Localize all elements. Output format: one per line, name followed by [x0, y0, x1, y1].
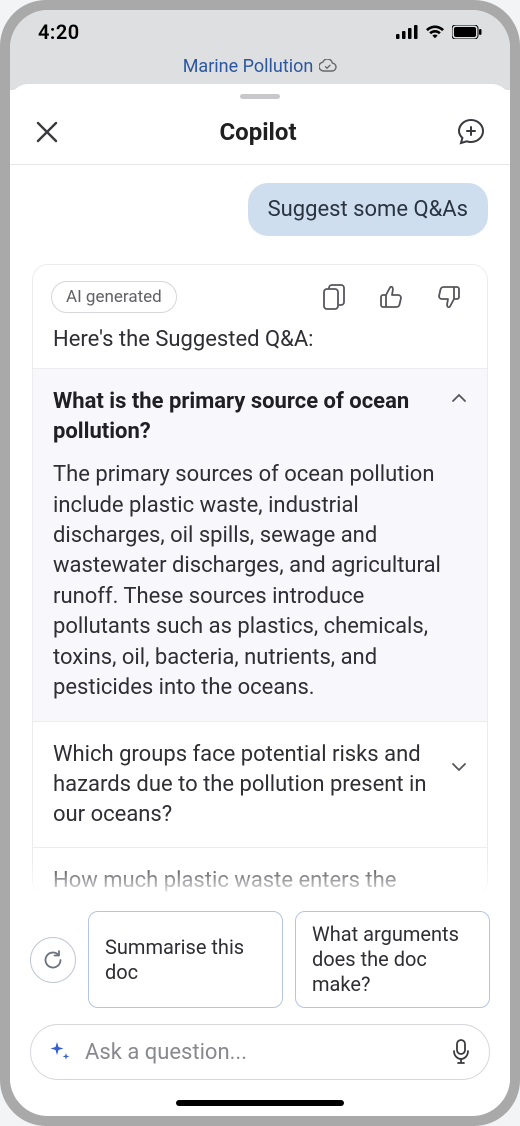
status-time: 4:20	[38, 20, 80, 44]
card-intro: Here's the Suggested Q&A:	[33, 323, 487, 368]
status-bar: 4:20	[10, 10, 510, 55]
thumbs-down-icon	[437, 285, 461, 309]
card-header: AI generated	[33, 265, 487, 323]
status-icons	[396, 25, 482, 39]
sheet-header: Copilot	[10, 99, 510, 165]
card-actions	[323, 284, 469, 310]
qa-item-collapsed[interactable]: How much plastic waste enters the	[33, 847, 487, 896]
user-message: Suggest some Q&As	[248, 183, 488, 236]
ai-response-card: AI generated	[32, 264, 488, 897]
chat-area: Suggest some Q&As AI generated	[10, 165, 510, 897]
qa-item-collapsed[interactable]: Which groups face potential risks and ha…	[33, 721, 487, 847]
home-indicator[interactable]	[176, 1100, 344, 1106]
bottom-bar: Summarise this doc What arguments does t…	[10, 897, 510, 1100]
chevron-up-icon	[451, 393, 467, 403]
close-button[interactable]	[34, 119, 60, 145]
refresh-suggestions-button[interactable]	[30, 937, 76, 983]
mic-icon	[451, 1039, 471, 1065]
copy-icon	[323, 284, 345, 310]
device-frame: 4:20	[0, 0, 520, 1126]
input-placeholder[interactable]: Ask a question...	[85, 1040, 437, 1065]
wifi-icon	[425, 25, 445, 39]
new-chat-button[interactable]	[456, 117, 486, 147]
cloud-sync-icon	[319, 59, 337, 73]
suggestion-text: What arguments does the doc make?	[312, 922, 473, 997]
cellular-icon	[396, 25, 418, 39]
suggestion-chip[interactable]: What arguments does the doc make?	[295, 911, 490, 1008]
sheet-title: Copilot	[219, 118, 296, 146]
copilot-sheet: Copilot Suggest some Q&As AI generated	[10, 84, 510, 1116]
chevron-down-icon	[451, 762, 467, 772]
qa-item-expanded[interactable]: What is the primary source of ocean poll…	[33, 368, 487, 721]
suggestion-text: Summarise this doc	[105, 935, 266, 985]
mic-button[interactable]	[451, 1039, 471, 1065]
copy-button[interactable]	[323, 284, 345, 310]
suggestion-chip[interactable]: Summarise this doc	[88, 911, 283, 1008]
thumbs-down-button[interactable]	[437, 285, 461, 309]
thumbs-up-icon	[379, 285, 403, 309]
close-icon	[34, 119, 60, 145]
thumbs-up-button[interactable]	[379, 285, 403, 309]
qa-question: Which groups face potential risks and ha…	[53, 740, 437, 829]
doc-title-text: Marine Pollution	[183, 56, 314, 77]
ai-generated-tag: AI generated	[51, 281, 177, 313]
refresh-icon	[42, 949, 64, 971]
doc-title[interactable]: Marine Pollution	[183, 56, 338, 77]
sparkle-icon	[49, 1041, 71, 1063]
input-row[interactable]: Ask a question...	[30, 1024, 490, 1080]
screen: 4:20	[10, 10, 510, 1116]
suggestion-row: Summarise this doc What arguments does t…	[30, 911, 490, 1008]
qa-answer: The primary sources of ocean pollution i…	[53, 460, 467, 703]
new-chat-icon	[456, 117, 486, 147]
battery-icon	[452, 25, 482, 39]
qa-question: How much plastic waste enters the	[53, 866, 396, 896]
qa-question: What is the primary source of ocean poll…	[53, 387, 437, 446]
